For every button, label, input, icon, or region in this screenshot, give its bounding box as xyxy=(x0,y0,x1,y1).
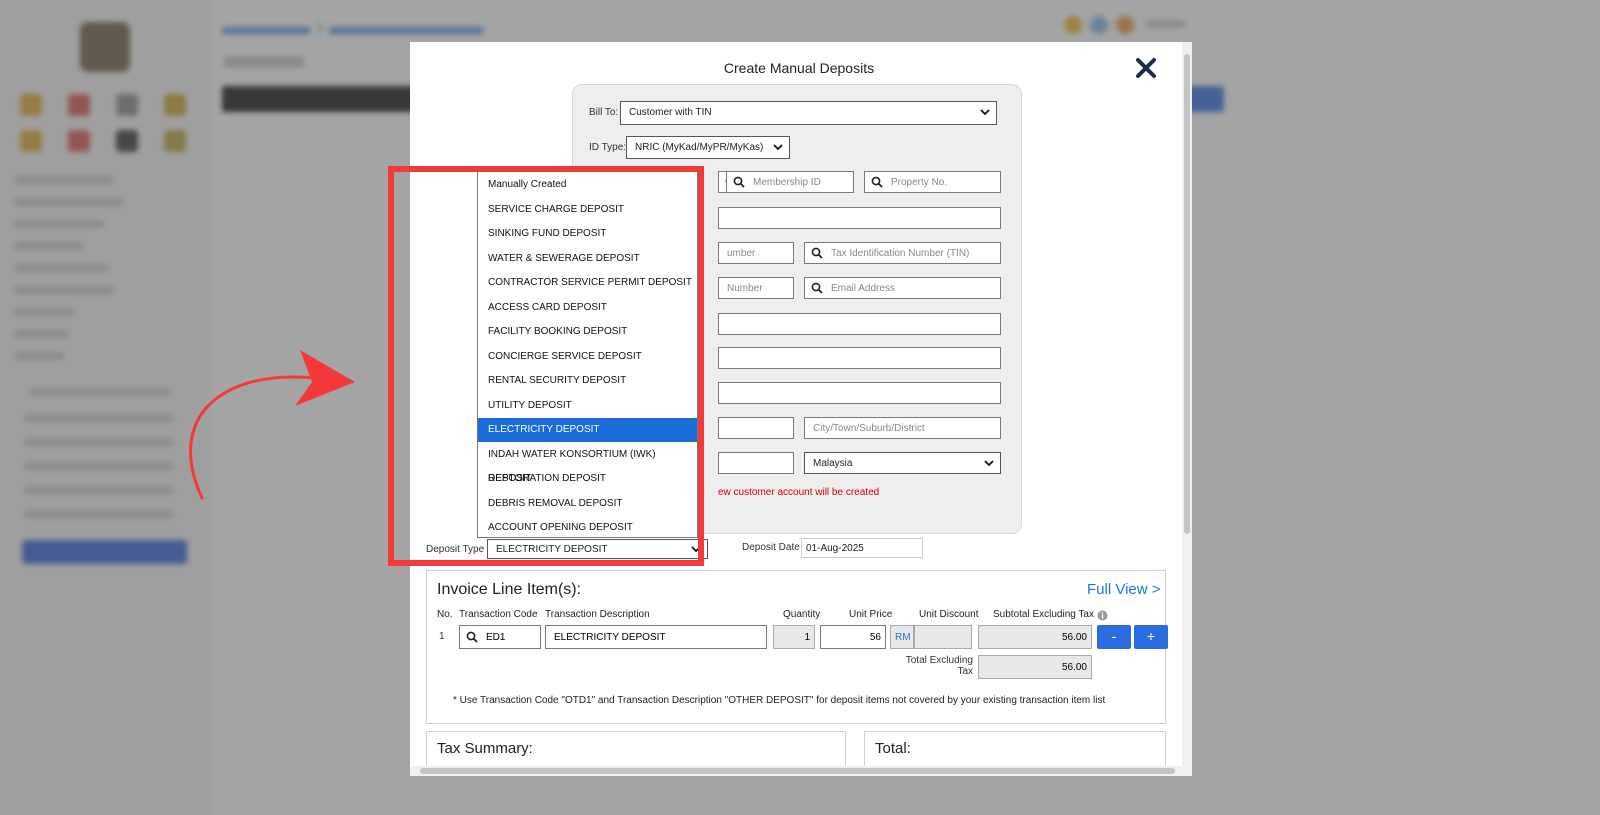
deposit-type-option[interactable]: RENTAL SECURITY DEPOSIT xyxy=(478,369,697,393)
unit-discount-field[interactable] xyxy=(914,625,972,649)
deposit-type-option[interactable]: ELECTRICITY DEPOSIT xyxy=(478,418,697,442)
search-icon xyxy=(733,176,745,188)
deposit-type-option[interactable]: CONTRACTOR SERVICE PERMIT DEPOSIT xyxy=(478,271,697,295)
deposit-type-select[interactable]: ELECTRICITY DEPOSIT xyxy=(487,539,708,559)
subtotal-field: 56.00 xyxy=(978,625,1092,649)
col-quantity: Quantity xyxy=(783,609,821,620)
id-type-select[interactable]: NRIC (MyKad/MyPR/MyKas) xyxy=(626,136,790,159)
phone-number-field[interactable]: umber xyxy=(718,242,794,264)
col-transaction-description: Transaction Description xyxy=(545,609,650,620)
deposit-type-option[interactable]: ACCOUNT OPENING DEPOSIT xyxy=(478,516,697,540)
total-excluding-tax-field: 56.00 xyxy=(978,655,1092,679)
chevron-down-icon xyxy=(773,144,783,151)
deposit-date-label: Deposit Date xyxy=(742,542,800,553)
new-account-note: ew customer account will be created xyxy=(718,487,880,498)
tin-field[interactable]: Tax Identification Number (TIN) xyxy=(804,242,1001,264)
id-type-label: ID Type: xyxy=(589,142,627,153)
col-no: No. xyxy=(437,609,453,620)
city-field[interactable]: City/Town/Suburb/District xyxy=(804,417,1001,439)
deposit-type-option[interactable]: INDAH WATER KONSORTIUM (IWK) DEPOSIT xyxy=(478,443,697,484)
scroll-thumb[interactable] xyxy=(1184,54,1190,534)
total-title: Total: xyxy=(875,740,911,757)
deposit-type-option[interactable]: Manually Created xyxy=(478,173,697,197)
modal-horizontal-scrollbar[interactable] xyxy=(410,766,1182,776)
scroll-thumb[interactable] xyxy=(420,768,1175,774)
add-line-button[interactable]: + xyxy=(1134,625,1168,649)
deposit-type-option[interactable]: DEBRIS REMOVAL DEPOSIT xyxy=(478,492,697,516)
annotation-arrow-icon xyxy=(189,350,355,500)
postcode-field[interactable] xyxy=(718,417,794,439)
remove-line-button[interactable]: - xyxy=(1097,625,1131,649)
address-line-3-field[interactable] xyxy=(718,382,1001,404)
address-line-2-field[interactable] xyxy=(718,347,1001,369)
total-excluding-tax-label-2: Tax xyxy=(957,666,973,677)
deposit-type-option[interactable]: FACILITY BOOKING DEPOSIT xyxy=(478,320,697,344)
search-icon xyxy=(811,247,823,259)
modal-title: Create Manual Deposits xyxy=(723,60,875,76)
deposit-type-option[interactable]: WATER & SEWERAGE DEPOSIT xyxy=(478,247,697,271)
close-icon[interactable] xyxy=(1134,56,1158,80)
quantity-field: 1 xyxy=(773,625,815,649)
transaction-code-field[interactable]: ED1 xyxy=(459,625,541,649)
deposit-type-option[interactable]: SERVICE CHARGE DEPOSIT xyxy=(478,198,697,222)
chevron-down-icon xyxy=(691,546,701,553)
unit-price-field[interactable]: 56 xyxy=(820,625,886,649)
chevron-down-icon xyxy=(980,109,990,116)
bill-to-select[interactable]: Customer with TIN xyxy=(620,101,997,125)
mobile-number-field[interactable]: Number xyxy=(718,277,794,299)
bill-to-label: Bill To: xyxy=(589,107,619,118)
deposit-type-option[interactable]: ACCESS CARD DEPOSIT xyxy=(478,296,697,320)
total-excluding-tax-label-1: Total Excluding xyxy=(905,655,973,666)
modal-vertical-scrollbar[interactable] xyxy=(1182,42,1192,776)
deposit-type-label: Deposit Type xyxy=(426,544,485,555)
membership-id-field[interactable]: Membership ID xyxy=(726,171,854,193)
transaction-description-field[interactable]: ELECTRICITY DEPOSIT xyxy=(545,625,767,649)
address-line-1-field[interactable] xyxy=(718,313,1001,335)
invoice-title: Invoice Line Item(s): xyxy=(437,581,582,598)
col-unit-discount: Unit Discount xyxy=(919,609,979,620)
property-no-field[interactable]: Property No. xyxy=(864,171,1001,193)
search-icon xyxy=(871,176,883,188)
deposit-type-option[interactable]: CONCIERGE SERVICE DEPOSIT xyxy=(478,345,697,369)
transaction-code-note: * Use Transaction Code "OTD1" and Transa… xyxy=(453,695,1106,706)
deposit-type-option[interactable]: SINKING FUND DEPOSIT xyxy=(478,222,697,246)
tax-summary-title: Tax Summary: xyxy=(437,740,533,757)
email-field[interactable]: Email Address xyxy=(804,277,1001,299)
search-icon xyxy=(811,282,823,294)
deposit-date-field[interactable]: 01-Aug-2025 xyxy=(801,538,923,558)
state-field[interactable] xyxy=(718,452,794,474)
customer-name-field[interactable] xyxy=(718,207,1001,229)
country-select[interactable]: Malaysia xyxy=(804,452,1001,474)
info-icon[interactable] xyxy=(1097,610,1108,621)
full-view-link[interactable]: Full View > xyxy=(1087,581,1161,598)
col-unit-price: Unit Price xyxy=(849,609,893,620)
chevron-down-icon xyxy=(984,460,994,467)
currency-badge: RM xyxy=(890,625,914,649)
col-subtotal: Subtotal Excluding Tax xyxy=(993,609,1094,620)
search-icon xyxy=(466,631,478,643)
row-no: 1 xyxy=(439,631,445,642)
deposit-type-option[interactable]: RESTORATION DEPOSIT xyxy=(478,467,697,491)
deposit-type-option[interactable]: UTILITY DEPOSIT xyxy=(478,394,697,418)
col-transaction-code: Transaction Code xyxy=(459,609,538,620)
invoice-line-items: Invoice Line Item(s): Full View > No. Tr… xyxy=(426,570,1168,724)
deposit-type-options-list: Manually Created SERVICE CHARGE DEPOSIT SI… xyxy=(477,170,698,538)
